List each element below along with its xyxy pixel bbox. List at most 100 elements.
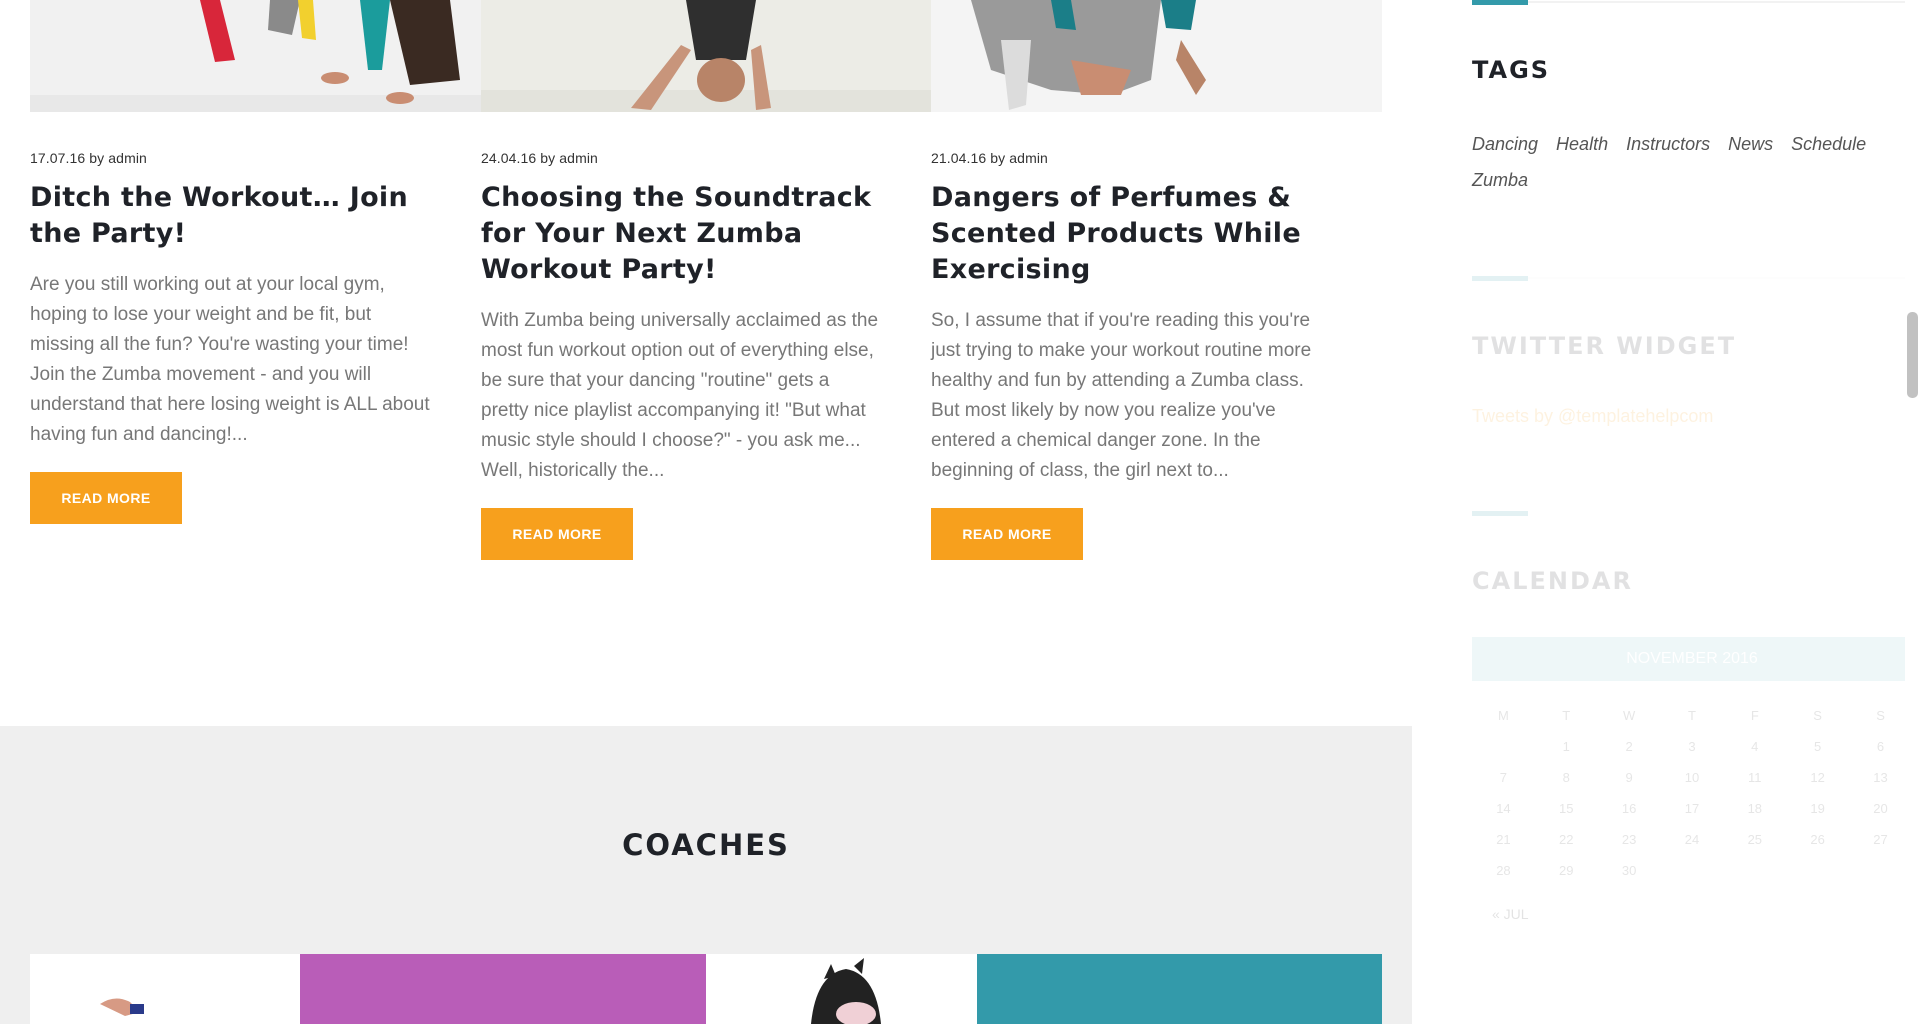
blog-post-3: 21.04.16 by admin Dangers of Perfumes & …	[931, 150, 1331, 560]
post-title[interactable]: Ditch the Workout… Join the Party!	[30, 180, 430, 252]
calendar-day	[1723, 855, 1786, 886]
post-excerpt: Are you still working out at your local …	[30, 274, 430, 445]
calendar-day: 2	[1625, 739, 1633, 754]
calendar-day: 4	[1751, 739, 1759, 754]
tag-cloud: Dancing Health Instructors News Schedule Zumb…	[1472, 126, 1912, 198]
blog-post-1: 17.07.16 by admin Ditch the Workout… Joi…	[30, 150, 430, 524]
calendar-day: 19	[1810, 801, 1825, 816]
calendar-day: 11	[1748, 770, 1762, 785]
sidebar: TAGS Dancing Health Instructors News Schedul…	[1472, 0, 1912, 1024]
weekday-label: S	[1876, 708, 1885, 723]
calendar-day: 6	[1876, 739, 1885, 754]
widget-accent-bar	[1472, 0, 1528, 5]
calendar-week-row: 7 8 9 10 11 12 13	[1472, 762, 1912, 793]
tag-link[interactable]: Health	[1556, 126, 1608, 162]
calendar-day: 10	[1684, 770, 1700, 785]
calendar-week-row: 28 29 30	[1472, 855, 1912, 886]
calendar-week-row: 21 22 23 24 25 26 27	[1472, 824, 1912, 855]
coach-photo-1[interactable]	[30, 954, 300, 1024]
calendar-day: 14	[1496, 801, 1511, 816]
post-title[interactable]: Dangers of Perfumes & Scented Products W…	[931, 180, 1331, 288]
weekday-label: T	[1562, 708, 1571, 723]
calendar-weekday-row: M T W T F S S	[1472, 700, 1912, 731]
scrollbar-thumb[interactable]	[1907, 312, 1918, 398]
calendar-day: 20	[1873, 801, 1888, 816]
coach-card-purple[interactable]	[300, 954, 706, 1024]
tag-link[interactable]: News	[1728, 126, 1773, 162]
calendar-grid: M T W T F S S 1 2 3 4 5 6 7 8 9 10 11 12…	[1472, 700, 1912, 886]
calendar-day: 25	[1747, 832, 1763, 847]
page-scrollbar[interactable]	[1905, 0, 1920, 1024]
post-meta: 21.04.16 by admin	[931, 150, 1331, 166]
calendar-day: 3	[1688, 739, 1696, 754]
calendar-day: 9	[1625, 770, 1633, 785]
post-author-link[interactable]: admin	[559, 150, 598, 166]
post-date: 17.07.16	[30, 150, 86, 166]
calendar-day	[1472, 731, 1535, 762]
weekday-label: T	[1687, 708, 1696, 723]
blog-post-2: 24.04.16 by admin Choosing the Soundtrac…	[481, 150, 881, 560]
post-date: 21.04.16	[931, 150, 987, 166]
calendar-day: 30	[1621, 863, 1637, 878]
coaches-heading: COACHES	[622, 828, 790, 862]
post-image-2[interactable]	[481, 0, 931, 112]
calendar-day: 8	[1562, 770, 1570, 785]
read-more-button[interactable]: READ MORE	[481, 508, 633, 560]
post-by-text: by	[540, 150, 556, 166]
calendar-day	[1849, 855, 1912, 886]
tags-widget-title: TAGS	[1472, 56, 1551, 84]
weekday-label: S	[1813, 708, 1822, 723]
calendar-day: 22	[1559, 832, 1574, 847]
calendar-day: 1	[1562, 739, 1570, 754]
calendar-day: 18	[1747, 801, 1763, 816]
calendar-day: 17	[1684, 801, 1700, 816]
post-by-text: by	[89, 150, 105, 166]
main-content: 17.07.16 by admin Ditch the Workout… Joi…	[0, 0, 1412, 1024]
calendar-day: 12	[1810, 770, 1825, 785]
post-author-link[interactable]: admin	[108, 150, 147, 166]
coaches-section: COACHES	[0, 726, 1412, 1024]
post-image-3[interactable]	[931, 0, 1382, 112]
calendar-day	[1661, 855, 1724, 886]
calendar-day: 21	[1496, 832, 1511, 847]
calendar-prev-month-link[interactable]: « JUL	[1492, 906, 1529, 922]
calendar-day: 16	[1621, 801, 1637, 816]
tag-link[interactable]: Schedule	[1791, 126, 1866, 162]
post-excerpt: With Zumba being universally acclaimed a…	[481, 310, 879, 481]
calendar-day: 27	[1873, 832, 1888, 847]
calendar-day: 5	[1814, 739, 1822, 754]
calendar-day	[1786, 855, 1849, 886]
twitter-timeline-link[interactable]: Tweets by @templatehelpcom	[1472, 406, 1713, 427]
calendar-day: 23	[1621, 832, 1637, 847]
calendar-day: 7	[1499, 770, 1508, 785]
coach-card-teal[interactable]	[977, 954, 1382, 1024]
calendar-day: 13	[1873, 770, 1888, 785]
calendar-widget-title: CALENDAR	[1472, 567, 1633, 595]
tag-link[interactable]: Instructors	[1626, 126, 1710, 162]
post-date: 24.04.16	[481, 150, 537, 166]
read-more-button[interactable]: READ MORE	[931, 508, 1083, 560]
post-image-1[interactable]	[30, 0, 481, 112]
tag-link[interactable]: Zumba	[1472, 162, 1528, 198]
post-by-text: by	[990, 150, 1006, 166]
twitter-widget-title: TWITTER WIDGET	[1472, 332, 1737, 360]
post-author-link[interactable]: admin	[1009, 150, 1048, 166]
post-excerpt: So, I assume that if you're reading this…	[931, 310, 1312, 481]
widget-divider	[1528, 1, 1912, 3]
weekday-label: M	[1498, 708, 1509, 723]
calendar-day: 15	[1559, 801, 1574, 816]
coach-photo-2[interactable]	[706, 954, 977, 1024]
calendar-day: 26	[1810, 832, 1825, 847]
widget-accent-bar	[1472, 276, 1528, 281]
calendar-day: 28	[1496, 863, 1511, 878]
calendar-day: 24	[1684, 832, 1700, 847]
weekday-label: W	[1622, 708, 1636, 723]
post-title[interactable]: Choosing the Soundtrack for Your Next Zu…	[481, 180, 881, 288]
tag-link[interactable]: Dancing	[1472, 126, 1538, 162]
calendar-week-row: 1 2 3 4 5 6	[1472, 731, 1912, 762]
weekday-label: F	[1750, 708, 1759, 723]
read-more-button[interactable]: READ MORE	[30, 472, 182, 524]
post-meta: 17.07.16 by admin	[30, 150, 430, 166]
post-meta: 24.04.16 by admin	[481, 150, 881, 166]
calendar-day: 29	[1559, 863, 1574, 878]
